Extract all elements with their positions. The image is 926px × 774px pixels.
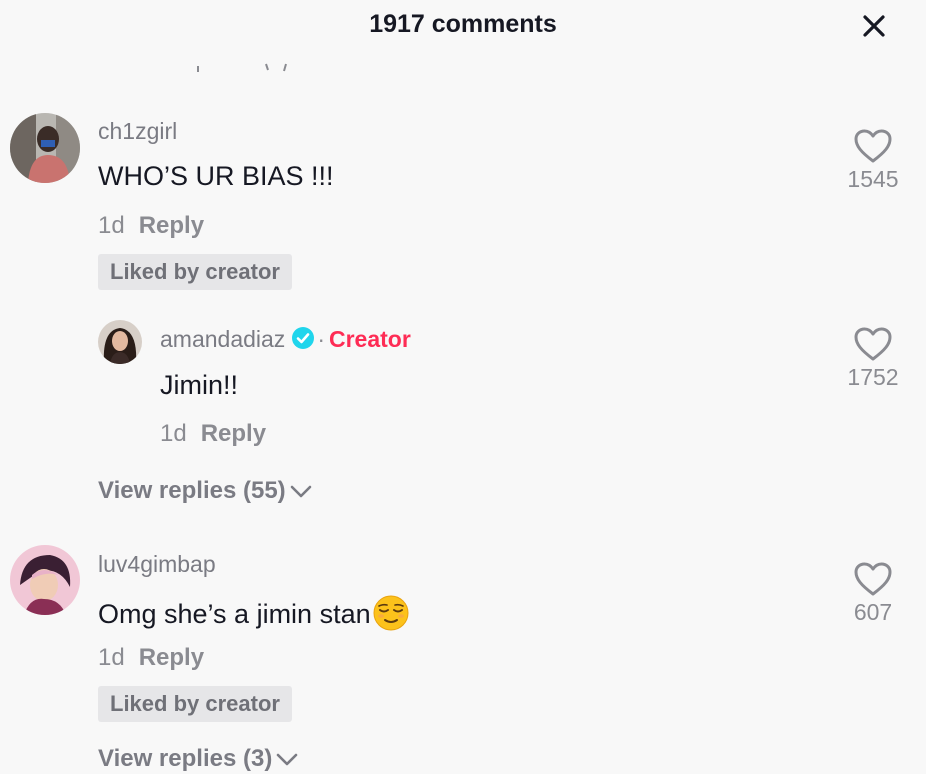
creator-avatar[interactable] xyxy=(98,320,142,364)
comment-age: 1d xyxy=(98,644,125,671)
scroll-remnant-marks xyxy=(197,63,287,72)
comment-meta: 1d Reply xyxy=(98,644,204,672)
creator-label: Creator xyxy=(328,326,411,352)
liked-by-creator-badge: Liked by creator xyxy=(98,686,292,722)
comment-text-body: Omg she’s a jimin stan xyxy=(98,599,371,629)
view-replies-label: View replies (55) xyxy=(98,477,286,504)
like-control[interactable]: 607 xyxy=(838,561,908,626)
avatar[interactable] xyxy=(10,113,80,183)
comment-username[interactable]: ch1zgirl xyxy=(98,118,177,145)
reply-button[interactable]: Reply xyxy=(139,212,204,239)
reply-button[interactable]: Reply xyxy=(201,420,266,447)
avatar[interactable] xyxy=(10,545,80,615)
chevron-down-icon xyxy=(290,485,311,497)
separator-dot: · xyxy=(317,326,325,352)
close-icon[interactable] xyxy=(858,10,890,42)
comment-meta: 1d Reply xyxy=(98,212,204,240)
comment-text: WHO’S UR BIAS !!! xyxy=(98,161,334,191)
reply-age: 1d xyxy=(160,420,187,447)
creator-username[interactable]: amandadiaz xyxy=(160,326,285,352)
heart-icon[interactable] xyxy=(853,128,893,164)
heart-icon[interactable] xyxy=(853,561,893,597)
heart-icon[interactable] xyxy=(853,326,893,362)
comments-header: 1917 comments xyxy=(0,0,926,52)
like-count: 607 xyxy=(853,599,893,625)
view-replies-label: View replies (3) xyxy=(98,745,273,772)
liked-by-creator-badge: Liked by creator xyxy=(98,254,292,290)
creator-username-row: amandadiaz · Creator xyxy=(160,326,411,353)
reply-button[interactable]: Reply xyxy=(139,644,204,671)
reply-meta: 1d Reply xyxy=(160,420,266,448)
like-control[interactable]: 1545 xyxy=(838,128,908,193)
like-count: 1545 xyxy=(847,166,899,192)
comment-username[interactable]: luv4gimbap xyxy=(98,551,216,578)
chevron-down-icon xyxy=(277,753,298,765)
view-replies-button[interactable]: View replies (55) xyxy=(98,477,312,505)
like-count: 1752 xyxy=(847,364,899,390)
comments-count-title: 1917 comments xyxy=(369,10,557,38)
verified-badge-icon xyxy=(292,327,315,349)
relieved-face-icon xyxy=(373,595,409,631)
reply-text: Jimin!! xyxy=(160,370,239,400)
comment-text: Omg she’s a jimin stan xyxy=(98,595,409,631)
comment-age: 1d xyxy=(98,212,125,239)
like-control[interactable]: 1752 xyxy=(838,326,908,391)
view-replies-button[interactable]: View replies (3) xyxy=(98,745,298,773)
